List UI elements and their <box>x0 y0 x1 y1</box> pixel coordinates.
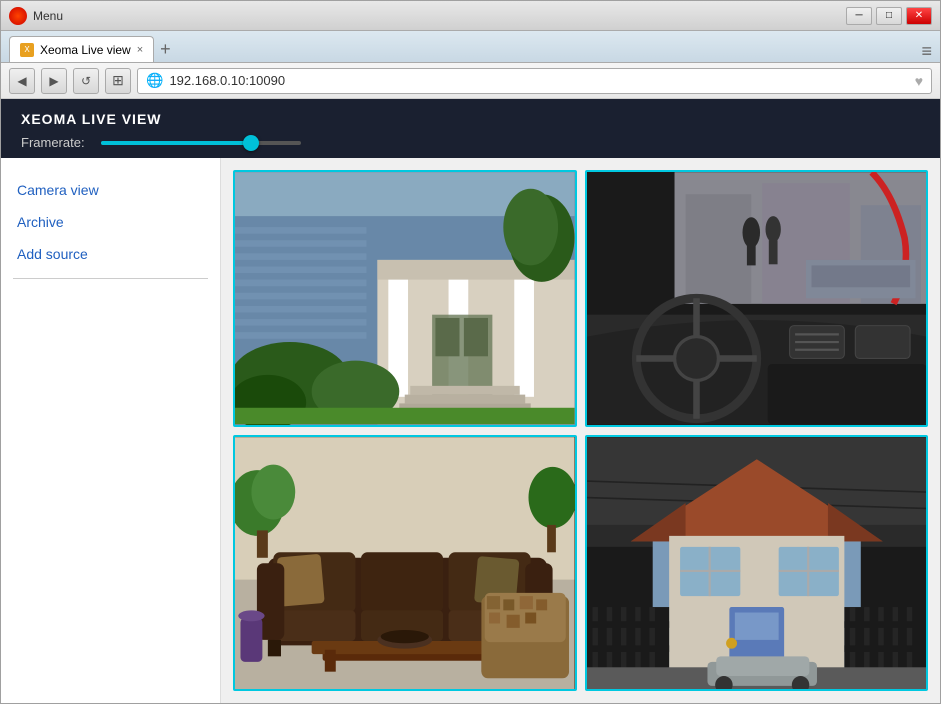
nav-bar: ◀ ▶ ↺ ⊞ 🌐 192.168.0.10:10090 ♥ <box>1 63 940 99</box>
framerate-slider[interactable] <box>101 141 301 145</box>
opera-logo <box>9 7 27 25</box>
tab-label: Xeoma Live view <box>40 43 131 57</box>
restore-button[interactable]: □ <box>876 7 902 25</box>
grid-button[interactable]: ⊞ <box>105 68 131 94</box>
camera-cell-1[interactable] <box>233 170 577 427</box>
back-button[interactable]: ◀ <box>9 68 35 94</box>
bookmark-icon[interactable]: ♥ <box>915 73 923 89</box>
sidebar-item-archive[interactable]: Archive <box>13 206 208 238</box>
sidebar-item-add-source[interactable]: Add source <box>13 238 208 270</box>
xeoma-title: XEOMA LIVE VIEW <box>21 111 920 127</box>
camera-feed-1 <box>235 172 575 425</box>
address-bar[interactable]: 🌐 192.168.0.10:10090 ♥ <box>137 68 932 94</box>
camera-cell-2[interactable] <box>585 170 929 427</box>
new-tab-button[interactable]: + <box>160 36 171 62</box>
slider-fill <box>101 141 251 145</box>
camera-feed-2 <box>587 172 927 425</box>
tab-favicon: X <box>20 43 34 57</box>
tab-bar-right: ≡ <box>171 41 932 62</box>
camera-feed-3 <box>235 437 575 690</box>
title-bar-buttons: ─ □ ✕ <box>846 7 932 25</box>
sidebar: Camera view Archive Add source <box>1 158 221 703</box>
title-bar-text: Menu <box>33 9 846 23</box>
page-content: XEOMA LIVE VIEW Framerate: Camera view A… <box>1 99 940 703</box>
camera-grid <box>221 158 940 703</box>
sidebar-item-camera-view[interactable]: Camera view <box>13 174 208 206</box>
framerate-label: Framerate: <box>21 135 85 150</box>
address-text: 192.168.0.10:10090 <box>169 73 908 88</box>
slider-thumb[interactable] <box>243 135 259 151</box>
browser-window: Menu ─ □ ✕ X Xeoma Live view × + ≡ ◀ ▶ ↺… <box>0 0 941 704</box>
framerate-row: Framerate: <box>21 135 920 150</box>
globe-icon: 🌐 <box>146 72 163 89</box>
forward-button[interactable]: ▶ <box>41 68 67 94</box>
sidebar-divider <box>13 278 208 279</box>
main-area: Camera view Archive Add source <box>1 158 940 703</box>
active-tab[interactable]: X Xeoma Live view × <box>9 36 154 62</box>
reload-button[interactable]: ↺ <box>73 68 99 94</box>
minimize-button[interactable]: ─ <box>846 7 872 25</box>
tab-close-button[interactable]: × <box>137 44 143 56</box>
camera-cell-4[interactable] <box>585 435 929 692</box>
tab-menu-icon[interactable]: ≡ <box>921 41 932 62</box>
xeoma-header: XEOMA LIVE VIEW Framerate: <box>1 99 940 158</box>
tab-bar: X Xeoma Live view × + ≡ <box>1 31 940 63</box>
close-button[interactable]: ✕ <box>906 7 932 25</box>
slider-track <box>101 141 301 145</box>
title-bar: Menu ─ □ ✕ <box>1 1 940 31</box>
camera-feed-4 <box>587 437 927 690</box>
camera-cell-3[interactable] <box>233 435 577 692</box>
